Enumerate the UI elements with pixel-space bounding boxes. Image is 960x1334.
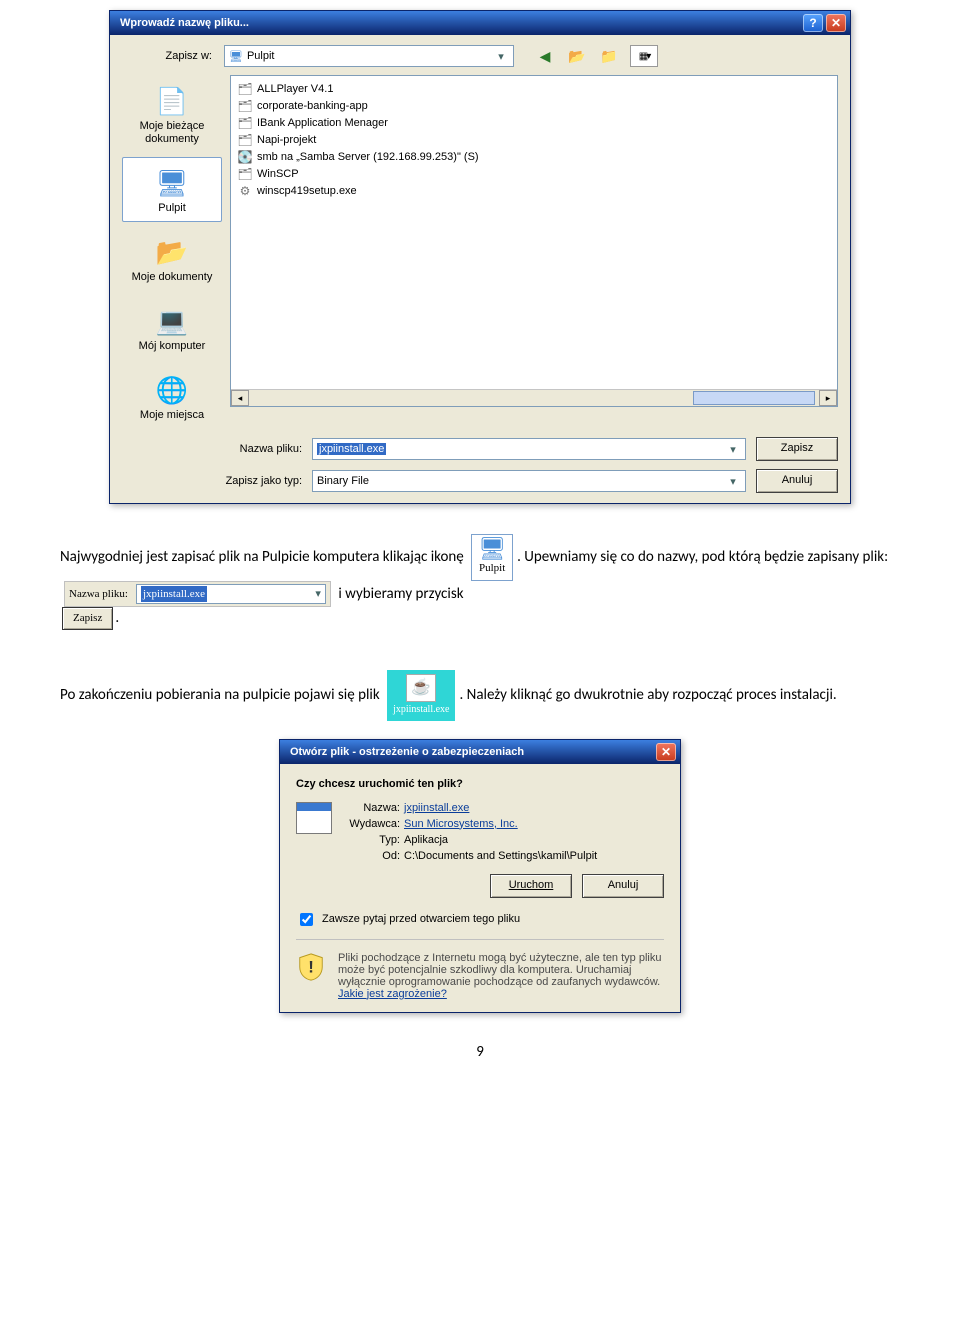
chevron-down-icon: ▾ <box>493 50 509 63</box>
dialog-title: Otwórz plik - ostrzeżenie o zabezpieczen… <box>290 746 653 758</box>
horizontal-scrollbar[interactable]: ◂ ▸ <box>231 389 837 406</box>
run-button[interactable]: Uruchom <box>490 874 572 898</box>
place-recent-docs[interactable]: 📄 Moje bieżące dokumenty <box>122 75 222 153</box>
exe-icon: ⚙ <box>237 184 253 198</box>
file-from-value: C:\Documents and Settings\kamil\Pulpit <box>404 850 597 862</box>
always-ask-input[interactable] <box>300 913 313 926</box>
shortcut-icon: 🗂 <box>237 116 253 130</box>
save-as-dialog: Wprowadź nazwę pliku... ? ✕ Zapisz w: 🖥 … <box>109 10 851 504</box>
my-network-icon: 🌐 <box>152 371 192 409</box>
cancel-button[interactable]: Anuluj <box>582 874 664 898</box>
java-file-chip: ☕ jxpiinstall.exe <box>387 670 455 721</box>
my-docs-icon: 📂 <box>152 233 192 271</box>
place-my-network[interactable]: 🌐 Moje miejsca <box>122 364 222 429</box>
publisher-link[interactable]: Sun Microsystems, Inc. <box>404 818 597 830</box>
scroll-thumb[interactable] <box>693 391 815 405</box>
scroll-right-icon[interactable]: ▸ <box>819 390 837 406</box>
save-in-label: Zapisz w: <box>122 50 216 62</box>
place-desktop[interactable]: 🖥 Pulpit <box>122 157 222 222</box>
save-button[interactable]: Zapisz <box>756 437 838 461</box>
drive-icon: 💽 <box>237 150 253 164</box>
file-item[interactable]: ⚙winscp419setup.exe <box>237 182 831 199</box>
scroll-left-icon[interactable]: ◂ <box>231 390 249 406</box>
pulpit-chip: 🖥 Pulpit <box>471 534 513 581</box>
shield-warning-icon: ! <box>296 952 326 982</box>
zapisz-inline-button: Zapisz <box>62 607 113 630</box>
view-menu-icon[interactable]: ▦▾ <box>630 45 658 67</box>
run-question: Czy chcesz uruchomić ten plik? <box>296 778 664 790</box>
shortcut-icon: 🗂 <box>237 133 253 147</box>
back-icon[interactable]: ◀ <box>534 46 556 66</box>
save-in-value: Pulpit <box>247 50 275 62</box>
save-in-combo[interactable]: 🖥 Pulpit ▾ <box>224 45 514 67</box>
shortcut-icon: 🗂 <box>237 99 253 113</box>
instruction-paragraph-1: Najwygodniej jest zapisać plik na Pulpic… <box>60 534 900 630</box>
file-name-link[interactable]: jxpiinstall.exe <box>404 802 597 814</box>
instruction-paragraph-2: Po zakończeniu pobierania na pulpicie po… <box>60 670 900 721</box>
svg-text:!: ! <box>308 957 314 976</box>
desktop-icon: 🖥 <box>229 50 243 63</box>
file-item[interactable]: 🗂corporate-banking-app <box>237 97 831 114</box>
places-bar: 📄 Moje bieżące dokumenty 🖥 Pulpit 📂 Moje… <box>122 75 222 429</box>
page-number: 9 <box>60 1043 900 1061</box>
chevron-down-icon: ▾ <box>725 443 741 456</box>
shortcut-icon: 🗂 <box>237 167 253 181</box>
recent-docs-icon: 📄 <box>152 82 192 120</box>
place-my-computer[interactable]: 💻 Mój komputer <box>122 295 222 360</box>
place-my-docs[interactable]: 📂 Moje dokumenty <box>122 226 222 291</box>
help-button[interactable]: ? <box>803 14 823 32</box>
file-item[interactable]: 🗂Napi-projekt <box>237 131 831 148</box>
filename-label: Nazwa pliku: <box>222 443 302 455</box>
filename-strip: Nazwa pliku: jxpiinstall.exe ▾ <box>64 581 331 608</box>
filename-input[interactable]: jxpiinstall.exe ▾ <box>312 438 746 460</box>
warning-text: Pliki pochodzące z Internetu mogą być uż… <box>338 952 664 1000</box>
application-icon <box>296 802 332 834</box>
new-folder-icon[interactable]: 📁 <box>598 46 620 66</box>
security-warning-dialog: Otwórz plik - ostrzeżenie o zabezpieczen… <box>279 739 681 1013</box>
filetype-label: Zapisz jako typ: <box>222 475 302 487</box>
shortcut-icon: 🗂 <box>237 82 253 96</box>
file-item[interactable]: 🗂ALLPlayer V4.1 <box>237 80 831 97</box>
java-icon: ☕ <box>406 674 436 702</box>
desktop-icon: 🖥 <box>478 538 506 560</box>
dialog-titlebar[interactable]: Otwórz plik - ostrzeżenie o zabezpieczen… <box>280 740 680 764</box>
filename-box: jxpiinstall.exe ▾ <box>136 584 326 605</box>
up-one-level-icon[interactable]: 📂 <box>566 46 588 66</box>
filetype-combo[interactable]: Binary File ▾ <box>312 470 746 492</box>
my-computer-icon: 💻 <box>152 302 192 340</box>
desktop-icon: 🖥 <box>152 164 192 202</box>
cancel-button[interactable]: Anuluj <box>756 469 838 493</box>
file-item[interactable]: 💽smb na „Samba Server (192.168.99.253)" … <box>237 148 831 165</box>
file-list-pane[interactable]: 🗂ALLPlayer V4.1 🗂corporate-banking-app 🗂… <box>230 75 838 407</box>
chevron-down-icon: ▾ <box>725 475 741 488</box>
dialog-title: Wprowadź nazwę pliku... <box>120 17 800 29</box>
dialog-titlebar[interactable]: Wprowadź nazwę pliku... ? ✕ <box>110 11 850 35</box>
risk-link[interactable]: Jakie jest zagrożenie? <box>338 988 447 1000</box>
close-button[interactable]: ✕ <box>826 14 846 32</box>
always-ask-checkbox[interactable]: Zawsze pytaj przed otwarciem tego pliku <box>296 910 664 929</box>
file-item[interactable]: 🗂IBank Application Menager <box>237 114 831 131</box>
file-item[interactable]: 🗂WinSCP <box>237 165 831 182</box>
close-button[interactable]: ✕ <box>656 743 676 761</box>
file-type-value: Aplikacja <box>404 834 597 846</box>
chevron-down-icon: ▾ <box>307 586 321 603</box>
